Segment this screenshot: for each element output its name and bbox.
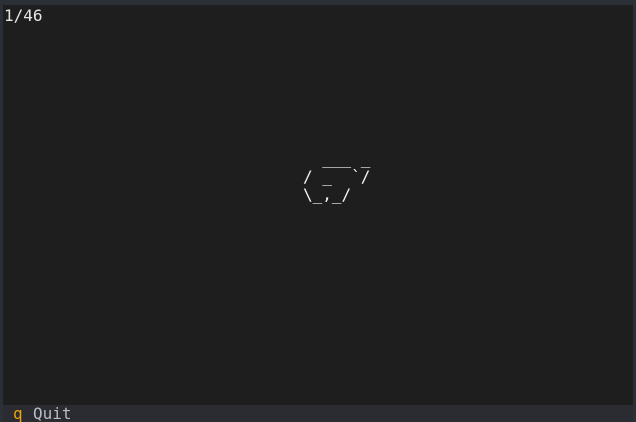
page-counter: 1/46: [4, 6, 43, 25]
terminal-window: 1/46 ___ _ / _ `/ \_,_/ q Quit: [0, 0, 636, 422]
quit-key-hint[interactable]: q: [13, 405, 23, 422]
terminal-viewport: 1/46 ___ _ / _ `/ \_,_/: [3, 5, 633, 405]
status-bar: q Quit: [3, 405, 633, 422]
quit-label[interactable]: Quit: [33, 405, 72, 422]
ascii-art-frame: ___ _ / _ `/ \_,_/: [303, 149, 371, 204]
